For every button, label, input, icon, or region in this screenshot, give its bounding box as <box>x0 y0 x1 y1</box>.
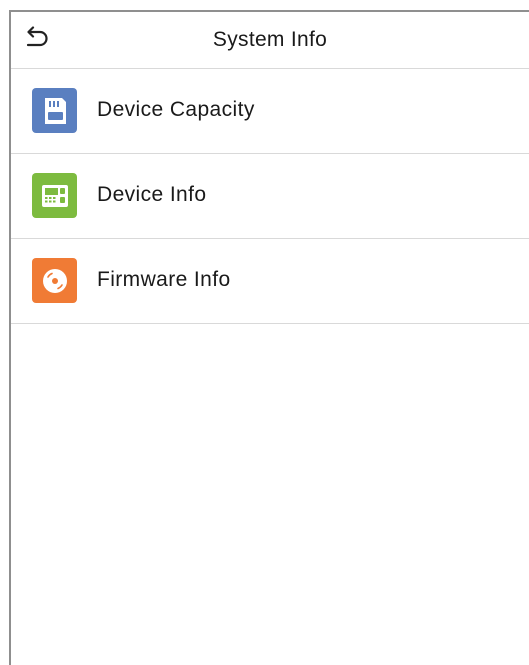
header-bar: System Info <box>11 12 529 69</box>
screen: System Info Device Capacity Device Info … <box>9 10 529 665</box>
page-title: System Info <box>212 28 328 51</box>
menu-item-device-capacity[interactable]: Device Capacity <box>11 69 529 154</box>
sd-card-icon <box>32 88 77 133</box>
system-info-menu: Device Capacity Device Info Firmware Inf… <box>11 69 529 324</box>
menu-item-firmware-info[interactable]: Firmware Info <box>11 239 529 324</box>
menu-item-label: Firmware Info <box>97 268 231 291</box>
menu-item-label: Device Capacity <box>97 98 255 121</box>
menu-item-device-info[interactable]: Device Info <box>11 154 529 239</box>
terminal-device-icon <box>32 173 77 218</box>
menu-item-label: Device Info <box>97 183 207 206</box>
disc-icon <box>32 258 77 303</box>
